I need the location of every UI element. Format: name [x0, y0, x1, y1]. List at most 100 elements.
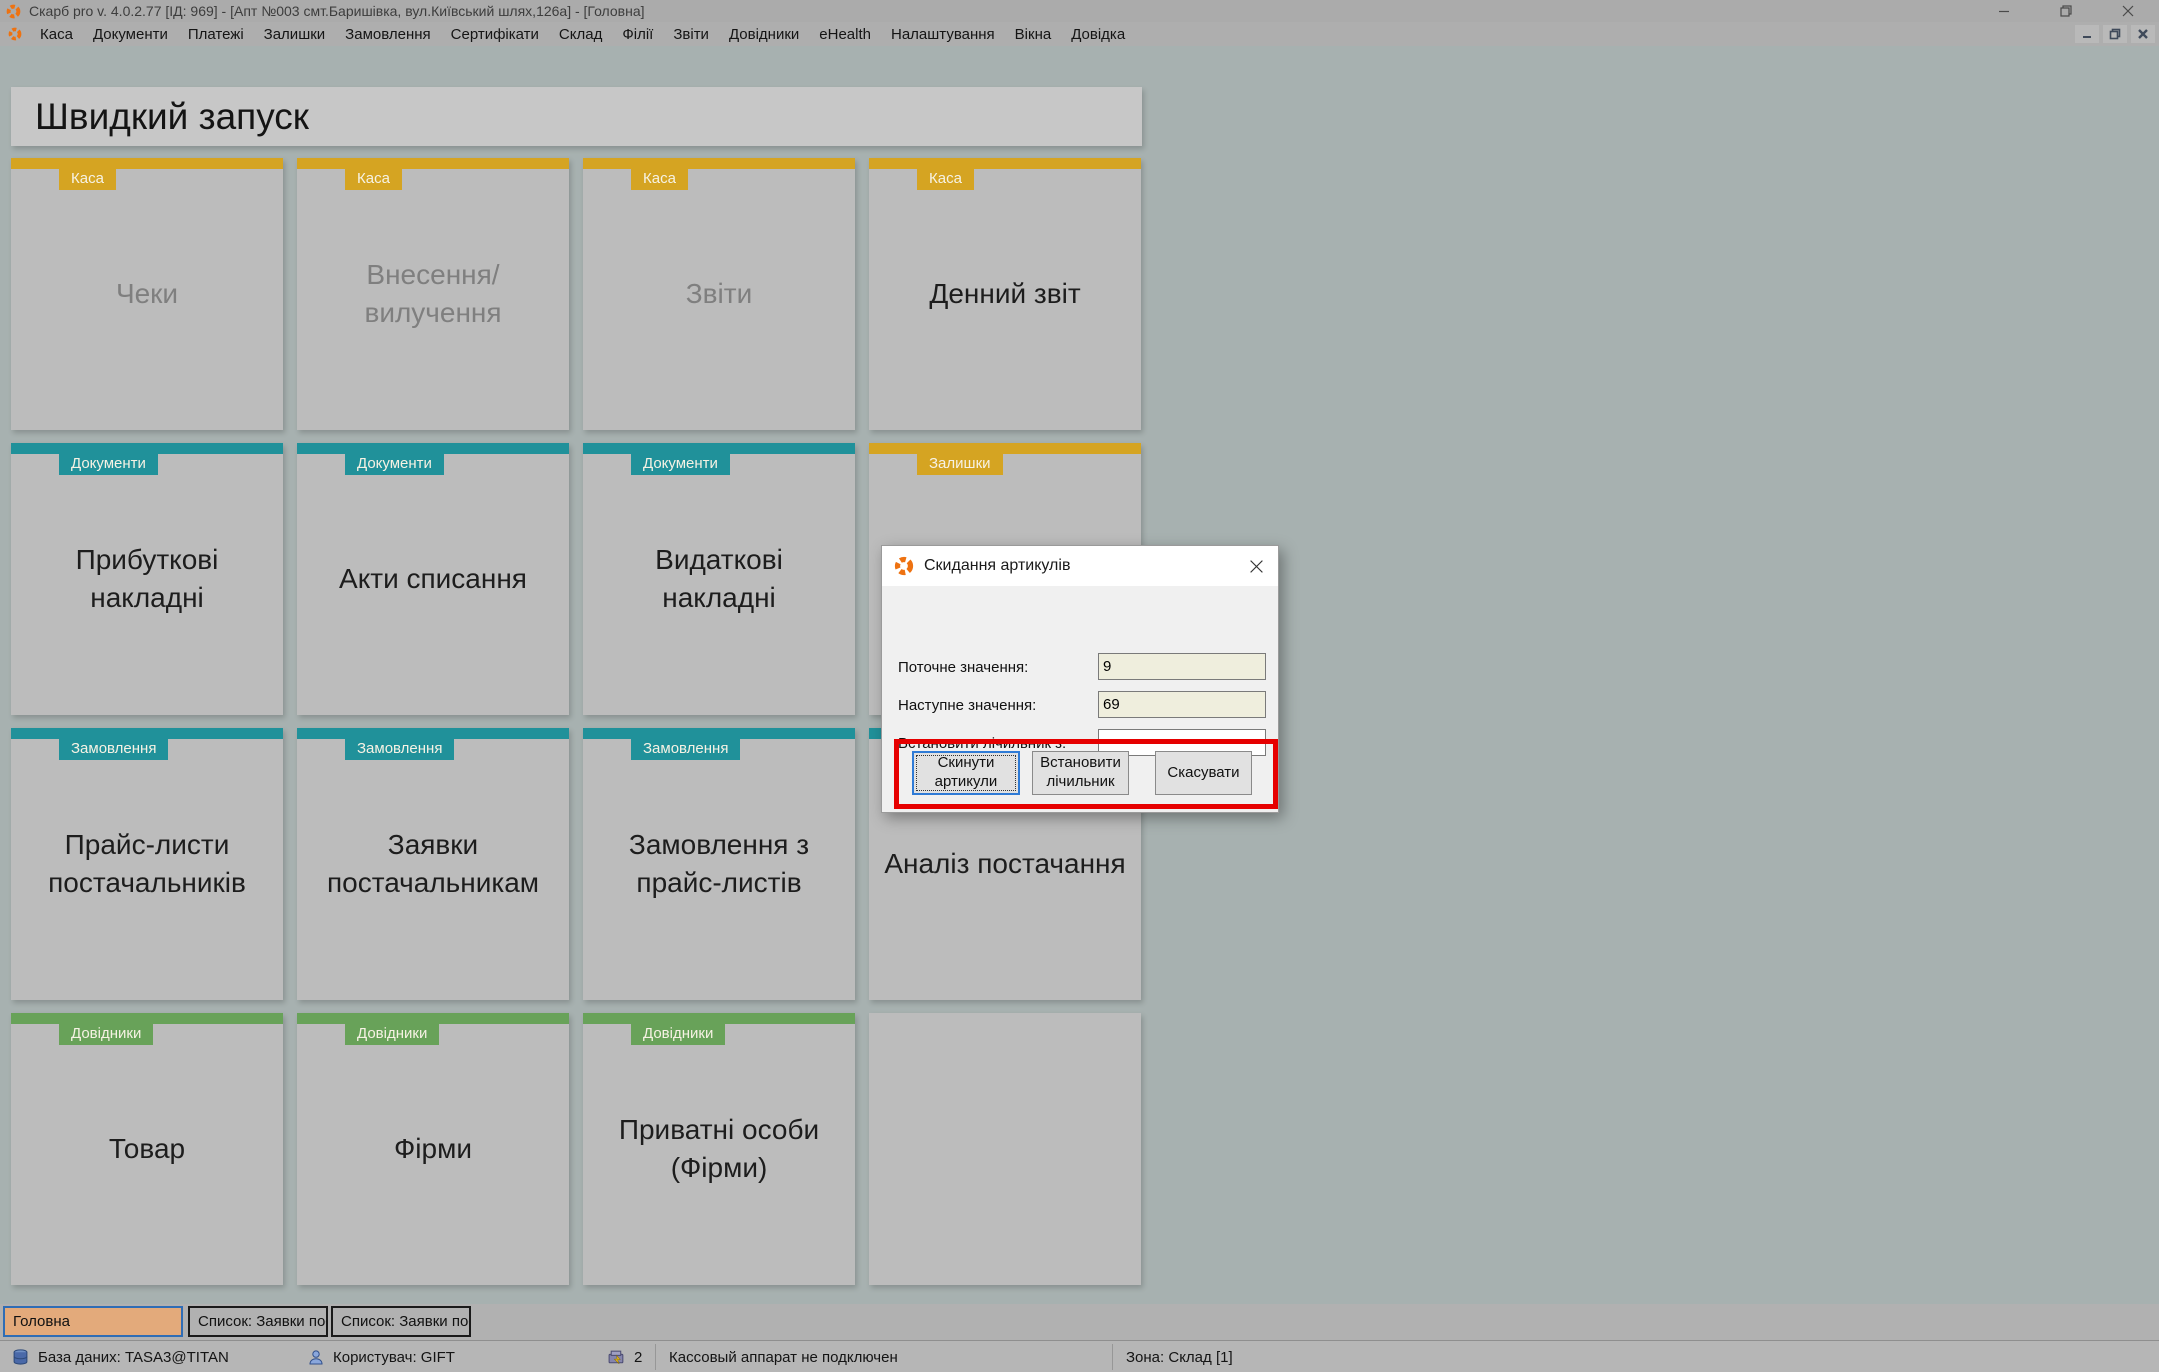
- tile-label: Акти списання: [297, 443, 569, 715]
- menu-dokumenty[interactable]: Документи: [83, 24, 178, 45]
- tile-vnesennia-vyluchennia[interactable]: Каса Внесення/вилучення: [297, 158, 569, 430]
- tile-prais-lysty-postachalnykiv[interactable]: Замовлення Прайс-листи постачальників: [11, 728, 283, 1000]
- menu-ehealth[interactable]: eHealth: [809, 24, 881, 45]
- close-button[interactable]: [2097, 0, 2159, 22]
- tile-vydatkovi-nakladni[interactable]: Документи Видаткові накладні: [583, 443, 855, 715]
- database-text: База даних: TASA3@TITAN: [38, 1349, 229, 1366]
- device-count: 2: [634, 1349, 642, 1366]
- menu-bar: Каса Документи Платежі Залишки Замовленн…: [0, 22, 2159, 46]
- restore-button[interactable]: [2035, 0, 2097, 22]
- tile-tovar[interactable]: Довідники Товар: [11, 1013, 283, 1285]
- menu-sklad[interactable]: Склад: [549, 24, 612, 45]
- mdi-restore-button[interactable]: [2103, 25, 2127, 43]
- mdi-close-button[interactable]: [2131, 25, 2155, 43]
- user-status: Користувач: GIFT: [308, 1341, 455, 1372]
- tile-label: Прайс-листи постачальників: [11, 728, 283, 1000]
- app-window: Скарб pro v. 4.0.2.77 [ІД: 969] - [Апт №…: [0, 0, 2159, 1372]
- database-icon: [12, 1349, 29, 1366]
- dialog-close-icon[interactable]: [1234, 546, 1278, 586]
- tile-label: Товар: [11, 1013, 283, 1285]
- title-bar: Скарб pro v. 4.0.2.77 [ІД: 969] - [Апт №…: [0, 0, 2159, 22]
- tile-dennyi-zvit[interactable]: Каса Денний звіт: [869, 158, 1141, 430]
- tile-label: Фірми: [297, 1013, 569, 1285]
- category-badge: Залишки: [917, 454, 1003, 475]
- set-counter-button[interactable]: Встановити лічильник: [1032, 751, 1129, 795]
- reset-articles-button[interactable]: Скинути артикули: [912, 751, 1020, 795]
- tile-label: Денний звіт: [869, 158, 1141, 430]
- category-badge: Каса: [345, 169, 402, 190]
- menu-items: Каса Документи Платежі Залишки Замовленн…: [30, 24, 1135, 45]
- category-badge: Замовлення: [59, 739, 168, 760]
- window-title: Скарб pro v. 4.0.2.77 [ІД: 969] - [Апт №…: [29, 3, 645, 19]
- app-logo-icon-small: [8, 27, 22, 41]
- dialog-title-bar: Скидання артикулів: [882, 546, 1278, 586]
- tab-label: Головна: [13, 1313, 70, 1330]
- menu-vikna[interactable]: Вікна: [1005, 24, 1062, 45]
- status-separator: [1112, 1344, 1113, 1370]
- quick-launch-title: Швидкий запуск: [11, 96, 309, 138]
- category-badge: Замовлення: [345, 739, 454, 760]
- tile-firmy[interactable]: Довідники Фірми: [297, 1013, 569, 1285]
- cash-register-status: Кассовый аппарат не подключен: [669, 1341, 898, 1372]
- menu-zamovlennia[interactable]: Замовлення: [335, 24, 440, 45]
- category-badge: Каса: [59, 169, 116, 190]
- tile-label: Заявки постачальникам: [297, 728, 569, 1000]
- category-strip: [869, 443, 1141, 454]
- quick-launch-header: Швидкий запуск: [11, 87, 1142, 146]
- category-badge: Довідники: [631, 1024, 725, 1045]
- category-badge: Каса: [631, 169, 688, 190]
- tab-label: Список: Заявки пост ...: [198, 1313, 328, 1330]
- tile-akty-spysannia[interactable]: Документи Акти списання: [297, 443, 569, 715]
- menu-zvity[interactable]: Звіти: [663, 24, 719, 45]
- tile-label: Звіти: [583, 158, 855, 430]
- cash-register-icon: [607, 1349, 626, 1366]
- category-badge: Каса: [917, 169, 974, 190]
- user-text: Користувач: GIFT: [333, 1349, 455, 1366]
- tab-label: Список: Заявки пост ...: [341, 1313, 471, 1330]
- menu-nalashtuvannia[interactable]: Налаштування: [881, 24, 1005, 45]
- menu-zalyshky[interactable]: Залишки: [254, 24, 336, 45]
- app-logo-icon: [894, 556, 914, 576]
- menu-kasa[interactable]: Каса: [30, 24, 83, 45]
- cancel-button[interactable]: Скасувати: [1155, 751, 1252, 795]
- category-badge: Замовлення: [631, 739, 740, 760]
- next-value-input[interactable]: [1098, 691, 1266, 718]
- tile-zamovlennia-z-prais-lystiv[interactable]: Замовлення Замовлення з прайс-листів: [583, 728, 855, 1000]
- current-value-label: Поточне значення:: [898, 659, 1028, 676]
- tile-cheky[interactable]: Каса Чеки: [11, 158, 283, 430]
- tile-zaiavky-postachalnykam[interactable]: Замовлення Заявки постачальникам: [297, 728, 569, 1000]
- category-badge: Документи: [631, 454, 730, 475]
- category-badge: Документи: [345, 454, 444, 475]
- menu-sertyfikaty[interactable]: Сертифікати: [441, 24, 549, 45]
- reset-articles-dialog: Скидання артикулів Поточне значення: Нас…: [881, 545, 1279, 813]
- tile-prybutkovi-nakladni[interactable]: Документи Прибуткові накладні: [11, 443, 283, 715]
- zone-text: Зона: Склад [1]: [1126, 1349, 1233, 1366]
- database-status: База даних: TASA3@TITAN: [12, 1341, 229, 1372]
- zone-status: Зона: Склад [1]: [1126, 1341, 1233, 1372]
- status-bar: База даних: TASA3@TITAN Користувач: GIFT…: [0, 1340, 2159, 1372]
- menu-dovidnyky[interactable]: Довідники: [719, 24, 809, 45]
- tile-pryvatni-osoby[interactable]: Довідники Приватні особи (Фірми): [583, 1013, 855, 1285]
- tile-label: Чеки: [11, 158, 283, 430]
- next-value-row: Наступне значення:: [898, 692, 1036, 719]
- tile-label: Прибуткові накладні: [11, 443, 283, 715]
- minimize-button[interactable]: [1973, 0, 2035, 22]
- mdi-minimize-button[interactable]: [2075, 25, 2099, 43]
- menu-filii[interactable]: Філії: [612, 24, 663, 45]
- cash-register-text: Кассовый аппарат не подключен: [669, 1349, 898, 1366]
- device-count-status: 2: [607, 1341, 642, 1372]
- app-logo-icon: [6, 4, 21, 19]
- current-value-input[interactable]: [1098, 653, 1266, 680]
- bottom-tab-bar: Головна Список: Заявки пост ... Список: …: [0, 1304, 2159, 1340]
- menu-dovidka[interactable]: Довідка: [1061, 24, 1135, 45]
- tab-spysok-zaiavky-1[interactable]: Список: Заявки пост ...: [188, 1306, 328, 1337]
- set-counter-label: Встановити лічильник з:: [898, 735, 1066, 752]
- tab-spysok-zaiavky-2[interactable]: Список: Заявки пост ...: [331, 1306, 471, 1337]
- menu-platezhi[interactable]: Платежі: [178, 24, 254, 45]
- tab-holovna[interactable]: Головна: [3, 1306, 183, 1337]
- category-badge: Довідники: [345, 1024, 439, 1045]
- tile-zvity[interactable]: Каса Звіти: [583, 158, 855, 430]
- category-badge: Довідники: [59, 1024, 153, 1045]
- next-value-label: Наступне значення:: [898, 697, 1036, 714]
- dialog-title: Скидання артикулів: [924, 557, 1070, 575]
